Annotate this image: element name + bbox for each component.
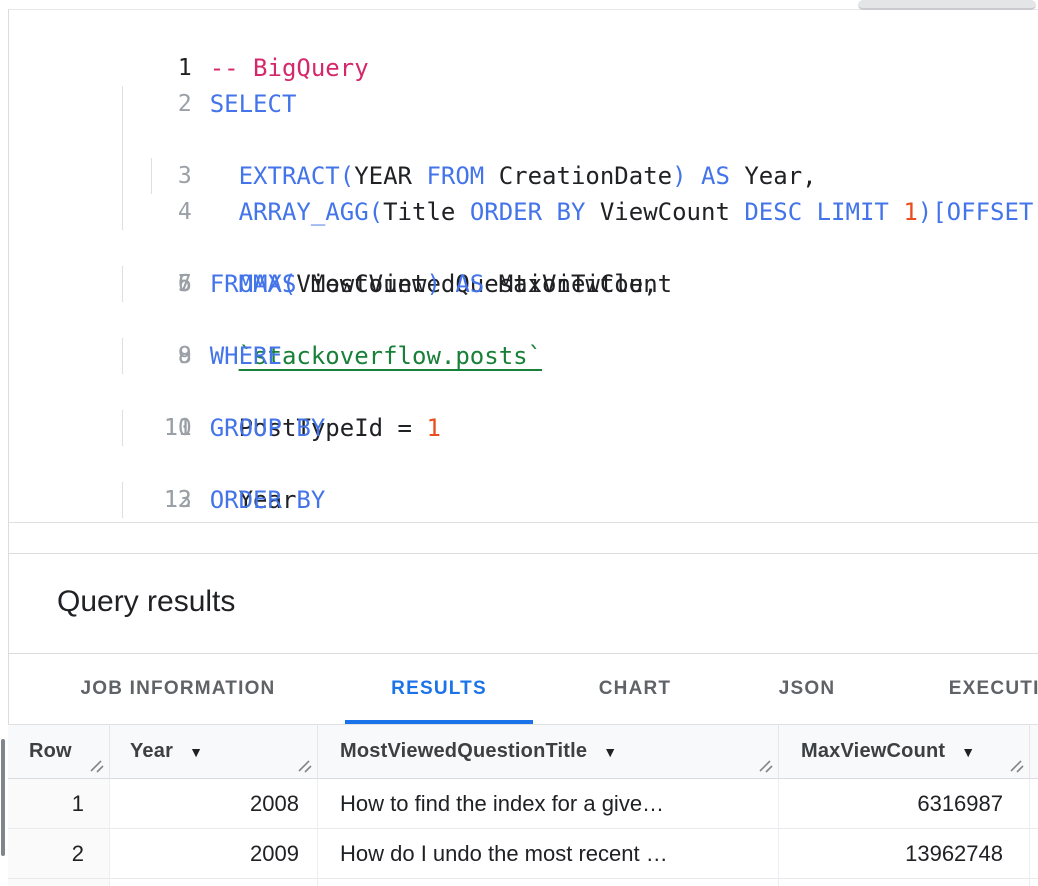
column-header-row[interactable]: Row [8, 725, 110, 779]
column-resize-handle-icon[interactable] [297, 758, 312, 773]
column-header-maxviewcount[interactable]: MaxViewCount ▼ [779, 725, 1030, 779]
indent-guide [122, 194, 123, 230]
cell-title [318, 879, 779, 886]
cell-title: How to find the index for a give… [318, 779, 779, 829]
code-line[interactable]: 8 `stackoverflow.posts` [9, 266, 1038, 302]
cell-year: 2009 [110, 829, 318, 879]
sort-caret-icon[interactable]: ▼ [189, 745, 203, 759]
column-resize-handle-icon[interactable] [758, 758, 773, 773]
cell-max-view-count: 6316987 [779, 779, 1030, 829]
code-line[interactable]: 12 Year [9, 410, 1038, 446]
code-line[interactable]: 4 ARRAY_AGG(Title ORDER BY ViewCount DES… [9, 122, 1038, 158]
indent-guide [122, 410, 123, 446]
section-divider [8, 553, 1038, 554]
column-resize-handle-icon[interactable] [1009, 758, 1024, 773]
sql-editor[interactable]: 1-- BigQuery 2SELECT 3 EXTRACT(YEAR FROM… [9, 10, 1038, 523]
sort-caret-icon[interactable]: ▼ [603, 745, 617, 759]
code-line[interactable]: 3 EXTRACT(YEAR FROM CreationDate) AS Yea… [9, 86, 1038, 122]
results-tab-bar: JOB INFORMATION RESULTS CHART JSON EXECU… [8, 654, 1038, 725]
indent-guide [151, 158, 152, 194]
cell-max-view-count [779, 879, 1030, 886]
code-line[interactable]: 6 MAX(ViewCount) AS MaxViewCount [9, 194, 1038, 230]
cell-year [110, 879, 318, 886]
code-line[interactable]: 9WHERE [9, 302, 1038, 338]
indent-guide [122, 482, 123, 518]
code-line[interactable]: 13ORDER BY [9, 446, 1038, 482]
cell-max-view-count: 13962748 [779, 829, 1030, 879]
column-label: MaxViewCount [801, 740, 945, 763]
tab-job-information[interactable]: JOB INFORMATION [38, 654, 318, 724]
sort-caret-icon[interactable]: ▼ [961, 745, 975, 759]
tab-json[interactable]: JSON [717, 654, 897, 724]
column-label: Row [29, 740, 72, 763]
table-row: 2 2009 How do I undo the most recent … 1… [8, 829, 1038, 879]
indent-guide [122, 338, 123, 374]
code-line[interactable]: 2SELECT [9, 50, 1038, 86]
cell-title: How do I undo the most recent … [318, 829, 779, 879]
table-header-row: Row Year ▼ MostViewedQuestionTitle ▼ Max… [8, 725, 1038, 779]
code-line[interactable]: 5 AS MostViewedQuestionTitle, [9, 158, 1038, 194]
code-line[interactable]: 10 PostTypeId = 1 [9, 338, 1038, 374]
code-line[interactable]: 14 Year ASC [9, 482, 1038, 518]
horizontal-scrollbar[interactable] [858, 0, 1036, 10]
tab-chart[interactable]: CHART [555, 654, 715, 724]
cell-row-number: 1 [8, 779, 110, 829]
cell-spacer [1030, 779, 1038, 829]
column-header-mostviewedquestiontitle[interactable]: MostViewedQuestionTitle ▼ [318, 725, 779, 779]
code-line[interactable]: 7FROM [9, 230, 1038, 266]
column-label: MostViewedQuestionTitle [340, 740, 587, 763]
indent-guide [122, 158, 123, 194]
column-resize-handle-icon[interactable] [89, 758, 104, 773]
column-header-year[interactable]: Year ▼ [110, 725, 318, 779]
cell-row-number: 2 [8, 829, 110, 879]
query-results-title: Query results [57, 585, 235, 619]
cell-spacer [1030, 829, 1038, 879]
indent-guide [122, 266, 123, 302]
code-line[interactable]: 1-- BigQuery [9, 14, 1038, 50]
column-label: Year [130, 740, 173, 763]
table-row: 1 2008 How to find the index for a give…… [8, 779, 1038, 829]
code-line[interactable]: 11GROUP BY [9, 374, 1038, 410]
bigquery-console: 1-- BigQuery 2SELECT 3 EXTRACT(YEAR FROM… [0, 0, 1038, 886]
cell-spacer [1030, 879, 1038, 886]
table-row-partial [8, 879, 1038, 886]
cell-row-number [8, 879, 110, 886]
tab-results[interactable]: RESULTS [345, 654, 533, 724]
results-table: Row Year ▼ MostViewedQuestionTitle ▼ Max… [8, 725, 1038, 886]
indent-guide [122, 86, 123, 122]
indent-guide [122, 122, 123, 158]
tab-execution-details[interactable]: EXECUTION DETAILS [907, 654, 1038, 724]
results-vertical-scrollbar[interactable] [1, 739, 5, 856]
column-header-spacer [1030, 725, 1038, 779]
cell-year: 2008 [110, 779, 318, 829]
